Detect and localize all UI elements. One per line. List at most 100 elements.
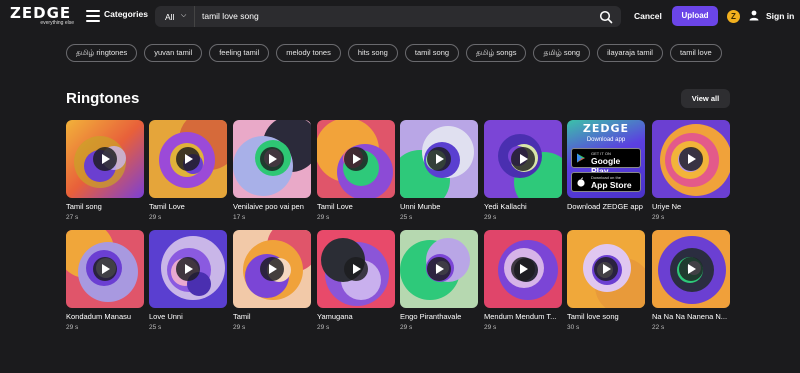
ringtone-artwork <box>400 230 478 308</box>
ringtone-card[interactable]: Kondadum Manasu 29 s <box>66 230 144 331</box>
play-button[interactable] <box>176 257 200 281</box>
ringtone-card[interactable]: Engo Piranthavale 29 s <box>400 230 478 331</box>
play-button[interactable] <box>260 147 284 171</box>
ringtone-artwork <box>652 230 730 308</box>
ringtone-card[interactable]: Unni Munbe 25 s <box>400 120 478 221</box>
ringtone-card[interactable]: Tamil love song 30 s <box>567 230 645 331</box>
tag-chip[interactable]: தமிழ் song <box>533 44 591 62</box>
upload-button[interactable]: Upload <box>672 6 718 26</box>
tag-chip[interactable]: feeling tamil <box>209 44 270 62</box>
play-button[interactable] <box>511 257 535 281</box>
ringtone-duration: 22 s <box>652 324 665 331</box>
search-input[interactable]: tamil love song <box>202 11 259 21</box>
ringtone-card[interactable]: Yamugana 29 s <box>317 230 395 331</box>
download-app-card[interactable]: ZEDGE Download app GET IT ON Google Play… <box>567 120 645 211</box>
ringtone-card[interactable]: Mendum Mendum T... 29 s <box>484 230 562 331</box>
tag-chip[interactable]: tamil song <box>404 44 460 62</box>
play-button[interactable] <box>427 147 451 171</box>
ringtone-artwork <box>484 120 562 198</box>
ringtone-card[interactable]: Uriye Ne 29 s <box>652 120 730 221</box>
ringtone-title: Love Unni <box>149 312 183 321</box>
play-button[interactable] <box>427 257 451 281</box>
ringtone-artwork <box>317 120 395 198</box>
zcoin-icon[interactable]: Z <box>727 10 740 23</box>
ringtone-title: Na Na Na Nanena N... <box>652 312 728 321</box>
ringtone-title: Yedi Kallachi <box>484 202 527 211</box>
ringtone-title: Tamil song <box>66 202 102 211</box>
ringtone-title: Venilaive poo vai pen <box>233 202 304 211</box>
play-button[interactable] <box>344 257 368 281</box>
ringtone-duration: 25 s <box>400 214 413 221</box>
ringtone-title: Engo Piranthavale <box>400 312 462 321</box>
promo-title: Download ZEDGE app <box>567 202 643 211</box>
ringtone-card[interactable]: Na Na Na Nanena N... 22 s <box>652 230 730 331</box>
ringtone-duration: 17 s <box>233 214 246 221</box>
sign-in-button[interactable]: Sign in <box>766 11 794 21</box>
tag-chip[interactable]: hits song <box>347 44 398 62</box>
ringtone-duration: 27 s <box>66 214 79 221</box>
app-store-badge[interactable]: Download on the App Store <box>571 172 641 192</box>
suggested-tags: தமிழ் ringtones yuvan tamil feeling tami… <box>66 44 722 62</box>
app-promo: ZEDGE Download app GET IT ON Google Play… <box>567 120 645 198</box>
ringtone-duration: 29 s <box>66 324 79 331</box>
tag-chip[interactable]: ilayaraja tamil <box>597 44 663 62</box>
app-store-label: App Store <box>591 180 632 190</box>
ringtone-duration: 29 s <box>484 324 497 331</box>
ringtone-title: Mendum Mendum T... <box>484 312 557 321</box>
ringtone-card[interactable]: Tamil 29 s <box>233 230 311 331</box>
tag-chip[interactable]: tamil love <box>669 44 722 62</box>
ringtone-title: Kondadum Manasu <box>66 312 132 321</box>
play-button[interactable] <box>176 147 200 171</box>
search-category-value: All <box>165 12 175 22</box>
ringtone-artwork <box>567 230 645 308</box>
play-button[interactable] <box>511 147 535 171</box>
ringtone-title: Yamugana <box>317 312 353 321</box>
play-button[interactable] <box>679 257 703 281</box>
play-button[interactable] <box>93 257 117 281</box>
play-button[interactable] <box>594 257 618 281</box>
play-button[interactable] <box>93 147 117 171</box>
google-play-badge[interactable]: GET IT ON Google Play <box>571 148 641 176</box>
ringtone-title: Tamil Love <box>317 202 353 211</box>
ringtone-card[interactable]: Tamil Love 29 s <box>149 120 227 221</box>
tag-chip[interactable]: yuvan tamil <box>144 44 203 62</box>
ringtone-artwork <box>66 230 144 308</box>
ringtone-duration: 29 s <box>233 324 246 331</box>
promo-subtitle: Download app <box>586 137 626 143</box>
apple-icon <box>577 177 585 187</box>
cancel-button[interactable]: Cancel <box>634 11 662 21</box>
play-button[interactable] <box>260 257 284 281</box>
ringtone-card[interactable]: Tamil Love 29 s <box>317 120 395 221</box>
search-category-select[interactable]: All ⌵ <box>155 6 195 27</box>
categories-button[interactable]: Categories <box>104 9 148 19</box>
ringtone-duration: 29 s <box>149 214 162 221</box>
search-icon[interactable] <box>599 10 613 24</box>
ringtone-artwork <box>149 230 227 308</box>
tag-chip[interactable]: தமிழ் ringtones <box>66 44 138 62</box>
tag-chip[interactable]: melody tones <box>276 44 341 62</box>
ringtone-artwork <box>233 120 311 198</box>
play-button[interactable] <box>679 147 703 171</box>
zedge-logo[interactable]: ZEDGE everything else <box>10 6 76 28</box>
ringtone-card[interactable]: Love Unni 25 s <box>149 230 227 331</box>
ringtone-artwork <box>149 120 227 198</box>
user-icon[interactable] <box>748 9 760 21</box>
view-all-button[interactable]: View all <box>681 89 730 108</box>
ringtone-artwork <box>317 230 395 308</box>
ringtone-duration: 25 s <box>149 324 162 331</box>
ringtone-duration: 29 s <box>317 214 330 221</box>
ringtone-duration: 30 s <box>567 324 580 331</box>
search-bar: All ⌵ tamil love song <box>155 6 621 27</box>
play-button[interactable] <box>344 147 368 171</box>
ringtone-duration: 29 s <box>652 214 665 221</box>
ringtone-card[interactable]: Yedi Kallachi 29 s <box>484 120 562 221</box>
promo-logo: ZEDGE <box>582 122 630 135</box>
tag-chip[interactable]: தமிழ் songs <box>466 44 527 62</box>
ringtone-title: Tamil love song <box>567 312 619 321</box>
ringtone-card[interactable]: Venilaive poo vai pen 17 s <box>233 120 311 221</box>
ringtone-title: Tamil <box>233 312 251 321</box>
ringtone-duration: 29 s <box>400 324 413 331</box>
ringtone-card[interactable]: Tamil song 27 s <box>66 120 144 221</box>
ringtone-title: Tamil Love <box>149 202 185 211</box>
menu-icon[interactable] <box>86 10 100 22</box>
